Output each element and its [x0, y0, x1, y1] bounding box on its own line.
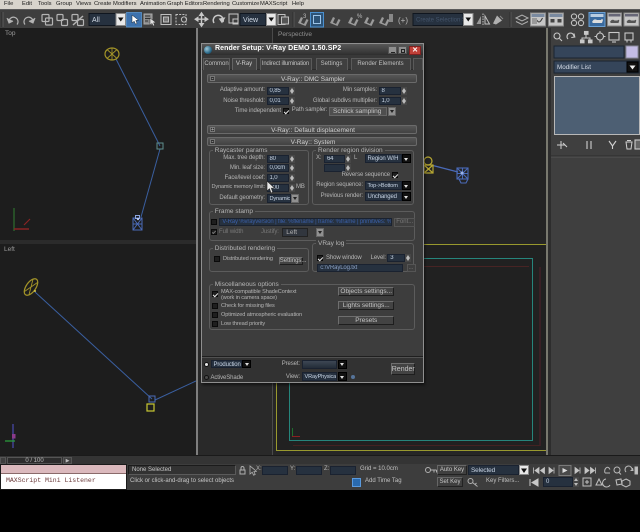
svg-text:Create Selection Se: Create Selection Se — [416, 18, 470, 24]
svg-text:(+): (+) — [398, 16, 408, 25]
svg-text:All: All — [92, 17, 100, 24]
svg-text:Modifier List: Modifier List — [557, 64, 591, 71]
svg-text:3: 3 — [303, 14, 307, 20]
svg-text:View: View — [243, 17, 259, 24]
svg-text:%: % — [357, 14, 363, 20]
